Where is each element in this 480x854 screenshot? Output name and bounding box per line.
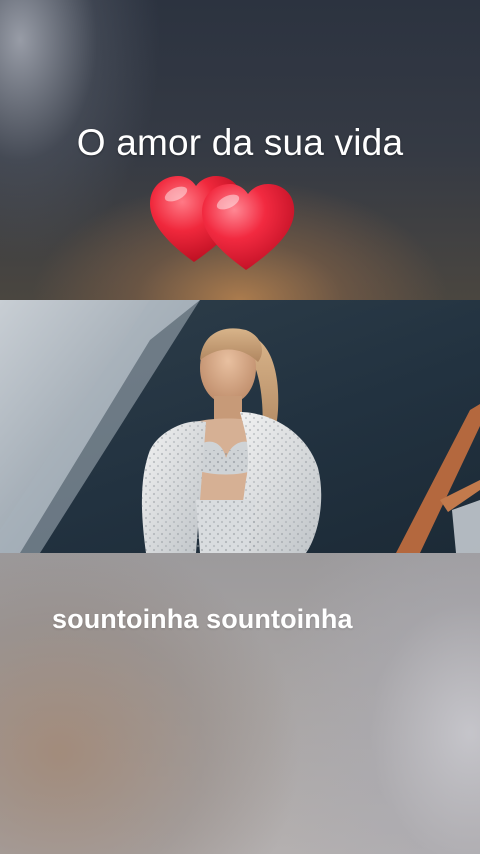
- video-still-image: [0, 300, 480, 553]
- video-screen[interactable]: O amor da sua vida sountoinha sountoinha: [0, 0, 480, 854]
- username-caption: sountoinha sountoinha: [52, 604, 353, 634]
- two-hearts-icon: [146, 172, 302, 274]
- blurred-background-bottom: [0, 553, 480, 854]
- video-frame[interactable]: [0, 300, 480, 553]
- headline-text: O amor da sua vida: [76, 122, 404, 163]
